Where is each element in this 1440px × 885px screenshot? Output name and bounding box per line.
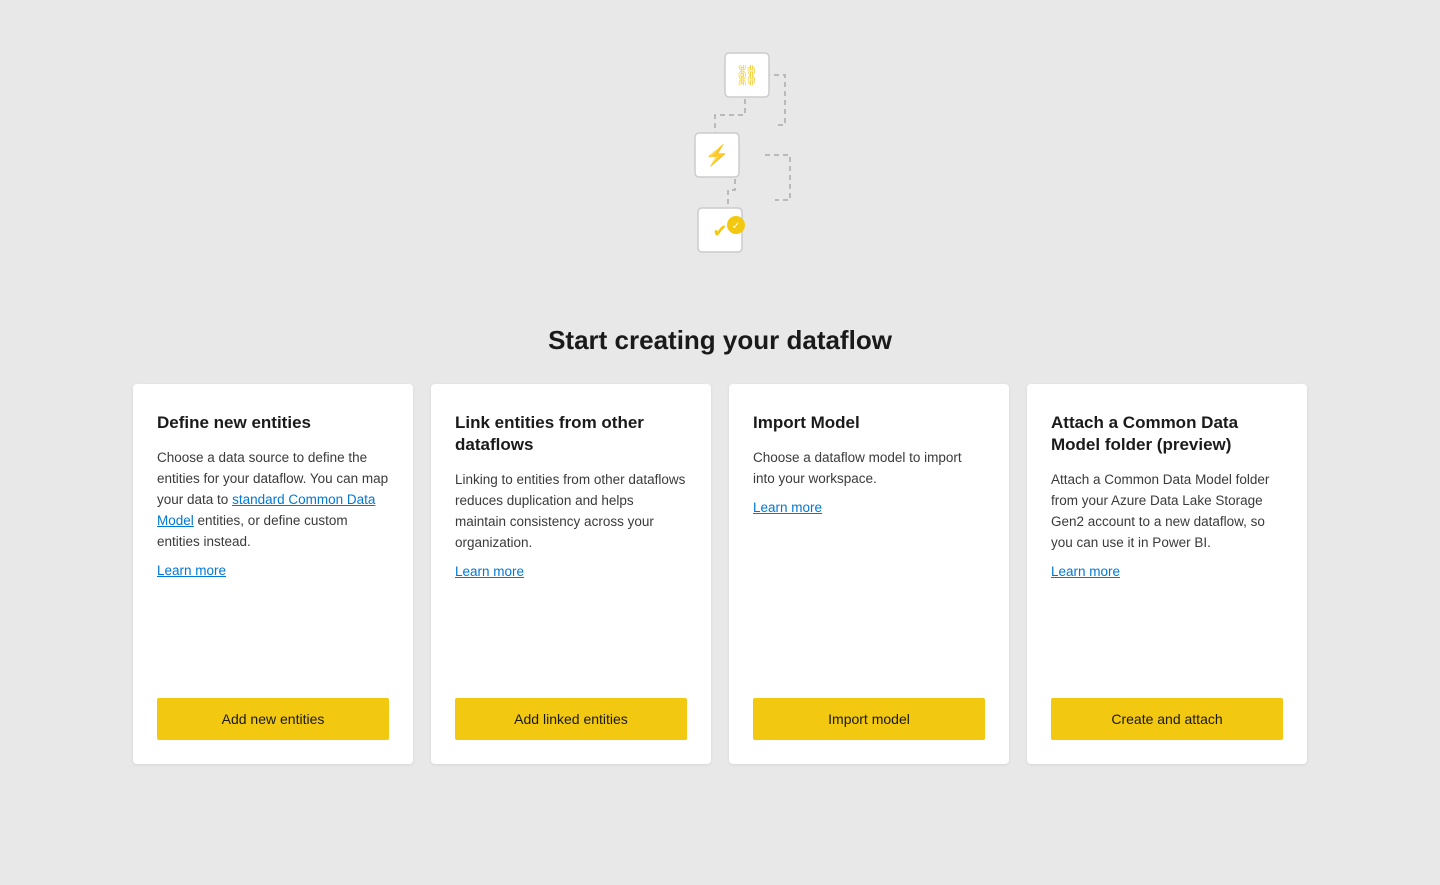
define-new-entities-card: Define new entities Choose a data source…: [133, 384, 413, 764]
learn-more-link-1[interactable]: Learn more: [157, 563, 389, 578]
card-description-2: Linking to entities from other dataflows…: [455, 470, 687, 554]
svg-text:⚡: ⚡: [705, 143, 730, 167]
add-new-entities-button[interactable]: Add new entities: [157, 698, 389, 740]
link-entities-card: Link entities from other dataflows Linki…: [431, 384, 711, 764]
card-content-3: Import Model Choose a dataflow model to …: [753, 412, 985, 678]
card-description-3: Choose a dataflow model to import into y…: [753, 448, 985, 490]
svg-text:⛓: ⛓: [734, 65, 759, 87]
card-content-4: Attach a Common Data Model folder (previ…: [1051, 412, 1283, 678]
card-description-1: Choose a data source to define the entit…: [157, 448, 389, 553]
svg-text:✓: ✓: [732, 221, 740, 232]
dataflow-diagram: ⛓ ⚡ ✔ ✓: [620, 25, 820, 315]
svg-text:✔: ✔: [712, 221, 727, 241]
page-title: Start creating your dataflow: [548, 325, 892, 356]
card-description-4: Attach a Common Data Model folder from y…: [1051, 470, 1283, 554]
card-content-2: Link entities from other dataflows Linki…: [455, 412, 687, 678]
learn-more-link-3[interactable]: Learn more: [753, 500, 985, 515]
card-title-2: Link entities from other dataflows: [455, 412, 687, 456]
import-model-card: Import Model Choose a dataflow model to …: [729, 384, 1009, 764]
page-wrapper: ⛓ ⚡ ✔ ✓ Start creating your dataflow Def…: [40, 15, 1400, 764]
import-model-button[interactable]: Import model: [753, 698, 985, 740]
learn-more-link-2[interactable]: Learn more: [455, 564, 687, 579]
cards-container: Define new entities Choose a data source…: [40, 384, 1400, 764]
create-and-attach-button[interactable]: Create and attach: [1051, 698, 1283, 740]
attach-cdm-card: Attach a Common Data Model folder (previ…: [1027, 384, 1307, 764]
add-linked-entities-button[interactable]: Add linked entities: [455, 698, 687, 740]
card-title-3: Import Model: [753, 412, 985, 434]
card-title-4: Attach a Common Data Model folder (previ…: [1051, 412, 1283, 456]
card-content-1: Define new entities Choose a data source…: [157, 412, 389, 678]
learn-more-link-4[interactable]: Learn more: [1051, 564, 1283, 579]
card-title-1: Define new entities: [157, 412, 389, 434]
diagram-area: ⛓ ⚡ ✔ ✓: [40, 15, 1400, 325]
